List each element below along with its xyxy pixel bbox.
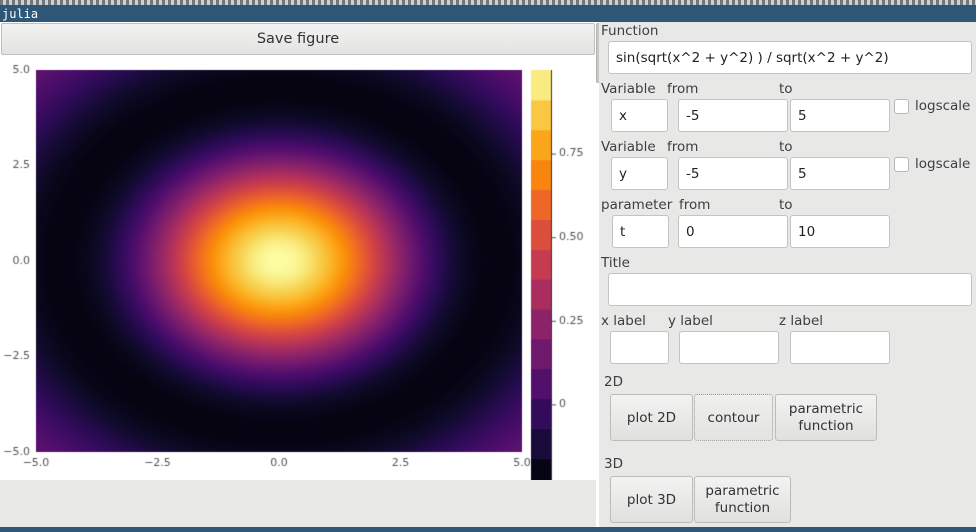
- plot-2d-button[interactable]: plot 2D: [610, 394, 693, 441]
- y-label-input[interactable]: [679, 331, 779, 364]
- section-3d-label: 3D: [604, 456, 623, 472]
- parameter-label: parameter: [601, 197, 673, 213]
- variable-2-from-label: from: [667, 139, 699, 155]
- x-label-label: x label: [601, 313, 646, 329]
- variable-1-from-input[interactable]: [678, 99, 788, 132]
- variable-1-logscale-label: logscale: [915, 98, 971, 114]
- variable-2-from-input[interactable]: [678, 157, 788, 190]
- parametric-3d-line-1: parametric: [705, 482, 780, 499]
- variable-1-to-input[interactable]: [790, 99, 890, 132]
- parameter-to-input[interactable]: [790, 215, 890, 248]
- parametric-function-3d-button[interactable]: parametric function: [694, 476, 791, 523]
- variable-2-label: Variable: [601, 139, 656, 155]
- section-2d-label: 2D: [604, 374, 623, 390]
- plot-3d-button[interactable]: plot 3D: [610, 476, 693, 523]
- contour-heatmap-canvas: [0, 56, 596, 480]
- figure-plot-area[interactable]: [0, 56, 596, 480]
- parametric-3d-line-2: function: [714, 499, 771, 516]
- variable-2-logscale-checkbox[interactable]: logscale: [894, 156, 970, 172]
- parameter-from-label: from: [679, 197, 711, 213]
- window-title: julia: [2, 6, 39, 21]
- variable-2-to-label: to: [779, 139, 793, 155]
- checkbox-box-icon: [894, 98, 909, 114]
- variable-1-from-label: from: [667, 81, 699, 97]
- variable-2-logscale-label: logscale: [915, 156, 971, 172]
- parameter-name-input[interactable]: [612, 215, 669, 248]
- variable-1-logscale-checkbox[interactable]: logscale: [894, 98, 970, 114]
- julia-plotter-window: julia Save figure Function Variable from…: [0, 0, 976, 532]
- function-label: Function: [601, 23, 659, 39]
- window-bottom-strip: [0, 527, 976, 532]
- y-label-label: y label: [668, 313, 713, 329]
- variable-2-name-input[interactable]: [611, 157, 668, 190]
- figure-pane: Save figure: [0, 22, 596, 532]
- parameter-from-input[interactable]: [678, 215, 788, 248]
- z-label-input[interactable]: [790, 331, 890, 364]
- z-label-label: z label: [779, 313, 824, 329]
- contour-button[interactable]: contour: [694, 394, 773, 441]
- variable-2-to-input[interactable]: [790, 157, 890, 190]
- x-label-input[interactable]: [610, 331, 669, 364]
- checkbox-box-icon: [894, 156, 909, 172]
- title-input[interactable]: [608, 273, 972, 306]
- variable-1-label: Variable: [601, 81, 656, 97]
- parametric-2d-line-2: function: [798, 417, 854, 434]
- parameter-to-label: to: [779, 197, 793, 213]
- variable-1-name-input[interactable]: [611, 99, 668, 132]
- parametric-2d-line-1: parametric: [788, 400, 864, 417]
- function-input[interactable]: [608, 41, 972, 74]
- save-figure-button[interactable]: Save figure: [1, 23, 595, 55]
- title-field-label: Title: [601, 255, 630, 271]
- variable-1-to-label: to: [779, 81, 793, 97]
- window-titlebar[interactable]: julia: [0, 5, 976, 22]
- parametric-function-2d-button[interactable]: parametric function: [775, 394, 877, 441]
- figure-empty-space: [0, 480, 596, 532]
